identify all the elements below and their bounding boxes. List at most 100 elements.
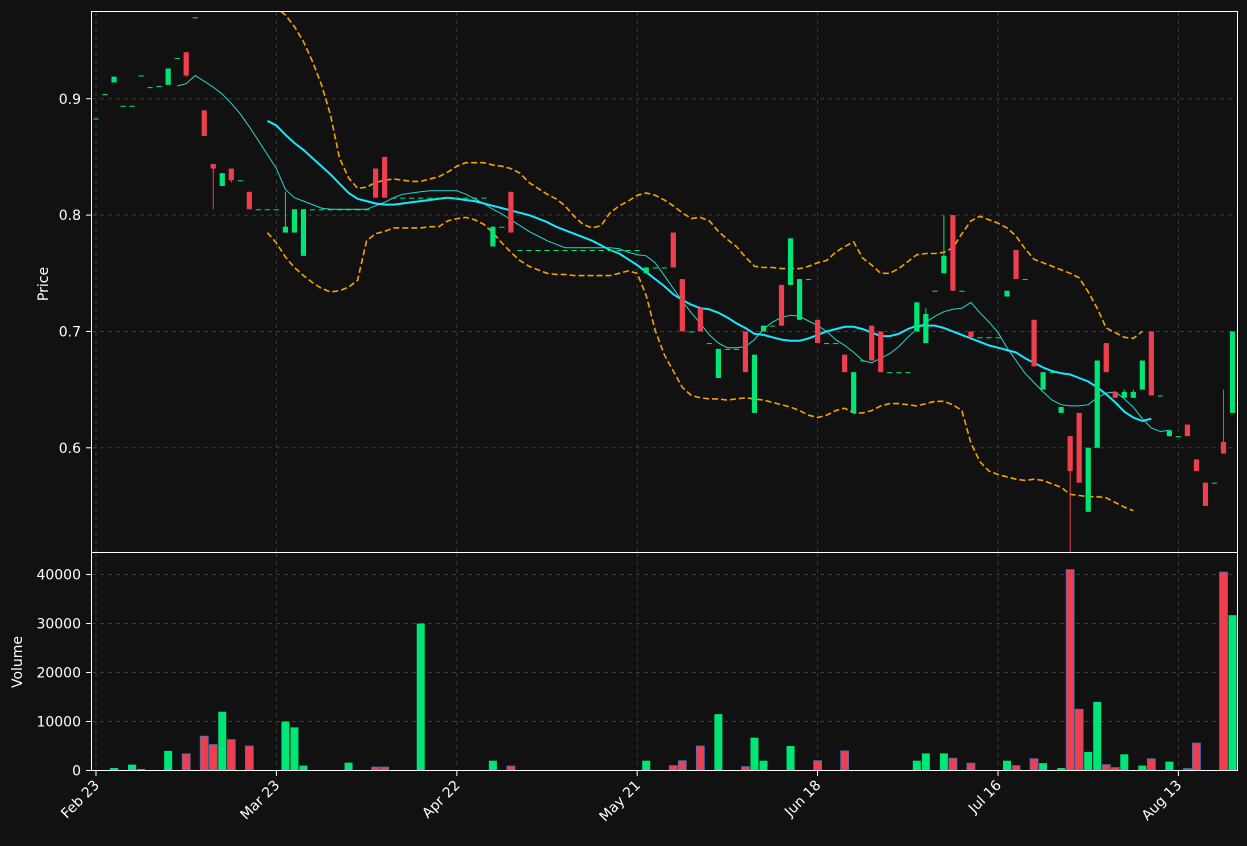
candle xyxy=(490,226,496,247)
candle xyxy=(733,348,740,350)
candle-body xyxy=(923,313,929,344)
candle xyxy=(815,319,821,344)
candle-body xyxy=(463,197,469,199)
candle xyxy=(950,215,956,291)
candle xyxy=(354,209,361,211)
candle xyxy=(300,209,307,256)
candle-body xyxy=(183,52,189,76)
volume-tick-label: 0 xyxy=(72,764,81,780)
candle xyxy=(1229,331,1236,413)
volume-bar xyxy=(668,765,678,771)
candle xyxy=(887,372,893,374)
candle xyxy=(246,191,252,210)
candle xyxy=(959,290,965,292)
volume-bar xyxy=(1101,764,1111,771)
candle-body xyxy=(715,348,721,378)
candle-body xyxy=(345,209,352,211)
candle xyxy=(1031,319,1037,367)
candle-body xyxy=(1166,430,1172,437)
candle-body xyxy=(751,354,758,413)
candle xyxy=(463,197,469,199)
candle-body xyxy=(589,250,595,252)
candle xyxy=(860,360,866,362)
candle xyxy=(1094,360,1100,448)
candle xyxy=(364,209,370,211)
candle xyxy=(102,94,108,96)
candle-body xyxy=(490,226,496,247)
candle xyxy=(625,250,631,252)
candle-body xyxy=(887,372,893,374)
volume-bar xyxy=(488,760,497,771)
candle xyxy=(787,238,794,285)
candle-body xyxy=(138,75,144,77)
candle-body xyxy=(246,191,252,210)
candle-body xyxy=(192,17,198,19)
candle-body xyxy=(120,105,126,107)
candle xyxy=(932,290,938,292)
candle xyxy=(1085,447,1091,512)
candle-body xyxy=(1148,331,1154,396)
candle-body xyxy=(896,372,902,374)
candle xyxy=(1202,482,1209,506)
candle-body xyxy=(932,290,938,292)
candle-body xyxy=(995,337,1001,339)
candle xyxy=(183,52,189,77)
candle xyxy=(805,279,812,281)
candle-body xyxy=(679,279,685,332)
candle xyxy=(833,343,839,345)
volume-tick-label: 40000 xyxy=(36,568,81,584)
candle xyxy=(120,105,126,107)
candle-body xyxy=(1112,391,1118,398)
candle-body xyxy=(842,354,848,373)
candle xyxy=(914,302,920,332)
candle xyxy=(481,197,487,199)
volume-bar xyxy=(1192,742,1201,771)
volume-bar xyxy=(299,765,308,771)
candle-body xyxy=(436,197,442,199)
candle xyxy=(1103,343,1109,373)
candle-body xyxy=(535,250,541,252)
candle-body xyxy=(1031,319,1037,367)
candle-body xyxy=(652,267,658,269)
candle-body xyxy=(309,209,316,211)
candle-body xyxy=(1067,436,1073,472)
candle-body xyxy=(1094,360,1100,448)
candle-body xyxy=(499,226,505,228)
candle xyxy=(93,118,99,120)
candle xyxy=(571,250,577,252)
candle-body xyxy=(553,250,559,252)
volume-bar xyxy=(344,762,353,771)
candle-body xyxy=(815,319,821,344)
candle-body xyxy=(977,337,983,339)
candle xyxy=(1157,395,1163,397)
candle xyxy=(724,348,730,350)
candle-body xyxy=(1220,441,1227,454)
candle xyxy=(589,250,595,252)
candle xyxy=(769,325,776,327)
volume-bar xyxy=(164,750,173,771)
candle xyxy=(373,168,379,198)
candle xyxy=(192,17,198,19)
volume-bar xyxy=(1039,763,1048,771)
candle xyxy=(697,308,703,332)
candle-body xyxy=(697,308,703,332)
candle-body xyxy=(264,209,270,211)
candle-body xyxy=(607,250,613,252)
volume-bar xyxy=(695,745,705,771)
candle xyxy=(562,250,568,252)
candle-body xyxy=(544,250,550,252)
candle xyxy=(336,209,343,211)
candle xyxy=(219,173,225,187)
candle-body xyxy=(237,180,243,182)
volume-bar xyxy=(1120,754,1129,771)
volume-bar xyxy=(1228,615,1237,771)
candle-body xyxy=(481,197,487,199)
volume-bar xyxy=(759,760,768,771)
volume-bar xyxy=(966,762,976,771)
candle xyxy=(237,180,243,182)
candle xyxy=(643,267,649,274)
volume-bar xyxy=(1084,751,1093,771)
candle xyxy=(391,197,397,199)
volume-bar xyxy=(290,727,299,771)
chart-background xyxy=(0,0,1247,842)
